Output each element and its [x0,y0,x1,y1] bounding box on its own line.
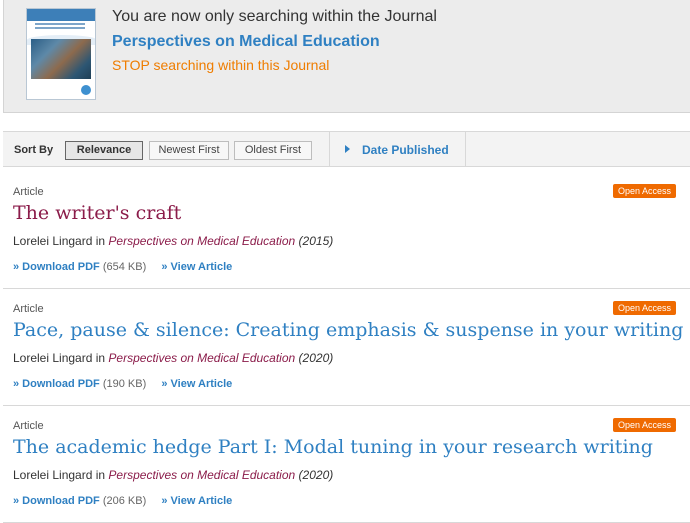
result-journal-link[interactable]: Perspectives on Medical Education [108,234,295,248]
publisher-logo-icon [81,85,91,95]
download-pdf-link[interactable]: » Download PDF [13,378,100,390]
result-actions: » Download PDF (206 KB) » View Article [13,495,232,507]
result-year: (2020) [298,351,334,365]
caret-right-icon [345,145,350,153]
pdf-size: (654 KB) [102,261,147,273]
result-year: (2020) [298,468,334,482]
sort-newest-first-button[interactable]: Newest First [149,141,229,160]
result-journal-link[interactable]: Perspectives on Medical Education [108,351,295,365]
open-access-badge: Open Access [613,301,677,315]
pdf-size: (206 KB) [102,495,147,507]
journal-cover-image[interactable] [26,8,96,100]
result-title-link[interactable]: The writer's craft [13,202,181,224]
download-pdf-link[interactable]: » Download PDF [13,495,100,507]
searching-within-notice: You are now only searching within the Jo… [112,8,437,25]
download-pdf-link[interactable]: » Download PDF [13,261,100,273]
result-byline: Lorelei Lingard in Perspectives on Medic… [13,468,333,482]
result-title-link[interactable]: Pace, pause & silence: Creating emphasis… [13,319,683,341]
result-byline: Lorelei Lingard in Perspectives on Medic… [13,234,333,248]
sort-relevance-button[interactable]: Relevance [65,141,143,160]
stop-searching-link[interactable]: STOP searching within this Journal [112,57,329,73]
result-type: Article [13,186,44,198]
result-item: Article Open Access The academic hedge P… [3,406,690,523]
pdf-size: (190 KB) [102,378,147,390]
cover-title-lines [35,23,85,33]
cover-header-bar [27,9,95,21]
result-type: Article [13,420,44,432]
sort-divider [329,132,330,166]
view-article-link[interactable]: » View Article [161,378,232,390]
open-access-badge: Open Access [613,184,677,198]
journal-search-banner: You are now only searching within the Jo… [3,0,690,113]
view-article-link[interactable]: » View Article [161,495,232,507]
result-actions: » Download PDF (190 KB) » View Article [13,378,232,390]
result-journal-link[interactable]: Perspectives on Medical Education [108,468,295,482]
cover-photo [31,39,91,79]
result-title-link[interactable]: The academic hedge Part I: Modal tuning … [13,436,653,458]
result-in: in [95,351,106,365]
result-in: in [95,468,106,482]
journal-name-link[interactable]: Perspectives on Medical Education [112,33,380,51]
result-year: (2015) [298,234,334,248]
result-actions: » Download PDF (654 KB) » View Article [13,261,232,273]
result-item: Article Open Access The writer's craft L… [3,172,690,289]
result-author: Lorelei Lingard [13,468,93,482]
result-author: Lorelei Lingard [13,234,93,248]
result-type: Article [13,303,44,315]
result-byline: Lorelei Lingard in Perspectives on Medic… [13,351,333,365]
date-published-filter-toggle[interactable]: Date Published [345,143,449,157]
view-article-link[interactable]: » View Article [161,261,232,273]
date-published-label: Date Published [362,143,449,157]
sort-by-label: Sort By [14,144,54,156]
open-access-badge: Open Access [613,418,677,432]
result-in: in [95,234,106,248]
sort-toolbar: Sort By Relevance Newest First Oldest Fi… [3,131,690,167]
result-author: Lorelei Lingard [13,351,93,365]
sort-divider [465,132,466,166]
result-item: Article Open Access Pace, pause & silenc… [3,289,690,406]
sort-oldest-first-button[interactable]: Oldest First [234,141,312,160]
